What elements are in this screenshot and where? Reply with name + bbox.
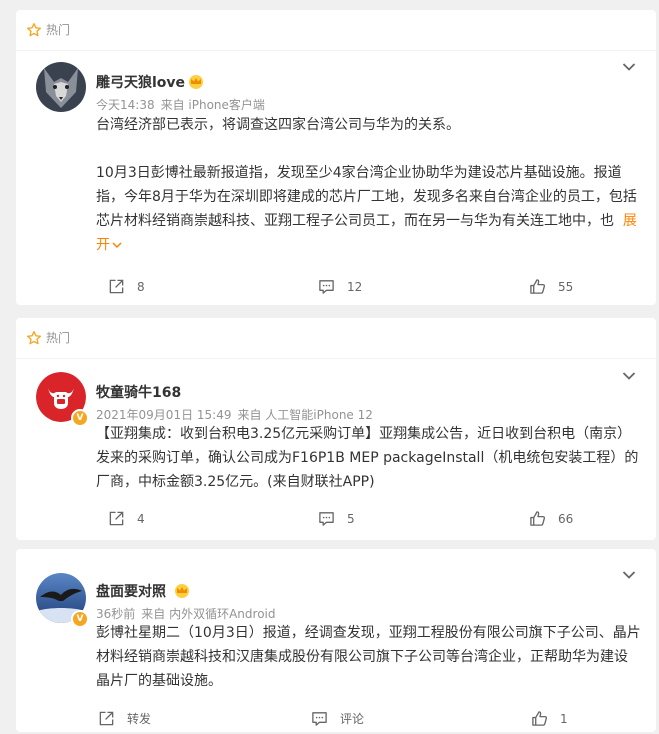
- star-icon: [27, 330, 41, 344]
- divider: [16, 50, 656, 51]
- post-text: 【亚翔集成：收到台积电3.25亿元采购订单】亚翔集成公告，近日收到台积电（南京）…: [96, 422, 641, 494]
- hot-label: 热门: [46, 23, 71, 37]
- repost-button[interactable]: 4: [108, 510, 145, 527]
- post-paragraph-text: 10月3日彭博社最新报道指，发现至少4家台湾企业协助华为建设芯片基础设施。报道指…: [96, 165, 637, 229]
- post-source: 来自 人工智能iPhone 12: [237, 408, 373, 422]
- post-time[interactable]: 今天14:38: [96, 98, 155, 112]
- post-time[interactable]: 36秒前: [96, 607, 135, 621]
- user-name[interactable]: 盘面要对照: [96, 581, 166, 601]
- repost-icon: [109, 511, 124, 526]
- divider: [16, 358, 656, 359]
- post-meta: 2021年09月01日 15:49 来自 人工智能iPhone 12: [96, 406, 373, 423]
- chevron-down-icon[interactable]: [622, 570, 636, 580]
- repost-icon: [109, 279, 124, 294]
- like-button[interactable]: 55: [529, 278, 573, 295]
- avatar[interactable]: [36, 62, 86, 112]
- like-button[interactable]: 1: [531, 710, 568, 727]
- post-paragraph: 彭博社星期二（10月3日）报道，经调查发现，亚翔工程股份有限公司旗下子公司、晶片…: [96, 625, 641, 689]
- user-name[interactable]: 牧童骑牛168: [96, 382, 181, 402]
- star-icon: [27, 22, 41, 36]
- verified-badge: V: [71, 409, 89, 427]
- chevron-down-icon[interactable]: [622, 371, 636, 381]
- post-card-2: 热门 V 牧童骑牛168 2021年09月01日 15:49 来自 人工智能iPh…: [16, 318, 656, 540]
- hot-tag: 热门: [26, 329, 70, 346]
- post-source: 来自 iPhone客户端: [160, 98, 265, 112]
- post-card-1: 热门 雕弓天狼love 今天14:38 来自 iPhone客户端 台湾经济部已表示…: [16, 10, 656, 305]
- hot-tag: 热门: [26, 21, 70, 38]
- post-card-3: V 盘面要对照 36秒前 来自 内外双循环Android 彭博社星期二（10月3日…: [16, 549, 656, 732]
- comment-button[interactable]: 评论: [311, 710, 364, 727]
- comment-count: 5: [347, 511, 355, 526]
- crown-icon[interactable]: [173, 582, 191, 598]
- repost-label: 转发: [127, 712, 152, 726]
- post-meta: 36秒前 来自 内外双循环Android: [96, 605, 276, 622]
- hot-label: 热门: [46, 331, 71, 345]
- action-bar: 8 12 55: [96, 272, 636, 302]
- repost-icon: [99, 711, 114, 726]
- like-count: 1: [560, 711, 568, 726]
- repost-button[interactable]: 转发: [98, 710, 151, 727]
- chevron-down-icon[interactable]: [622, 62, 636, 72]
- like-count: 55: [558, 279, 574, 294]
- comment-icon: [319, 280, 334, 294]
- post-time[interactable]: 2021年09月01日 15:49: [96, 408, 231, 422]
- repost-count: 4: [137, 511, 145, 526]
- action-bar: 4 5 66: [96, 504, 636, 534]
- repost-button[interactable]: 8: [108, 278, 145, 295]
- repost-count: 8: [137, 279, 145, 294]
- post-meta: 今天14:38 来自 iPhone客户端: [96, 96, 265, 113]
- post-paragraph: 台湾经济部已表示，将调查这四家台湾公司与华为的关系。: [96, 117, 460, 133]
- like-icon: [530, 279, 546, 294]
- chevron-down-icon: [112, 242, 122, 249]
- post-text: 台湾经济部已表示，将调查这四家台湾公司与华为的关系。 10月3日彭博社最新报道指…: [96, 113, 641, 257]
- post-text: 彭博社星期二（10月3日）报道，经调查发现，亚翔工程股份有限公司旗下子公司、晶片…: [96, 621, 641, 693]
- action-bar: 转发 评论 1: [96, 704, 636, 734]
- like-count: 66: [558, 511, 574, 526]
- post-paragraph: 【亚翔集成：收到台积电3.25亿元采购订单】亚翔集成公告，近日收到台积电（南京）…: [96, 426, 639, 490]
- weibo-feed: 热门 雕弓天狼love 今天14:38 来自 iPhone客户端 台湾经济部已表示…: [0, 0, 659, 732]
- comment-label: 评论: [340, 712, 365, 726]
- comment-button[interactable]: 5: [318, 510, 355, 527]
- verified-badge: V: [71, 610, 89, 628]
- like-button[interactable]: 66: [529, 510, 573, 527]
- crown-icon[interactable]: [187, 73, 205, 89]
- like-icon: [532, 711, 548, 726]
- comment-button[interactable]: 12: [318, 278, 362, 295]
- post-paragraph: 10月3日彭博社最新报道指，发现至少4家台湾企业协助华为建设芯片基础设施。报道指…: [96, 161, 641, 257]
- post-source: 来自 内外双循环Android: [141, 607, 276, 621]
- wolf-avatar-icon: [36, 62, 86, 112]
- comment-icon: [312, 712, 327, 726]
- user-name[interactable]: 雕弓天狼love: [96, 72, 185, 92]
- like-icon: [530, 511, 546, 526]
- comment-count: 12: [347, 279, 363, 294]
- comment-icon: [319, 512, 334, 526]
